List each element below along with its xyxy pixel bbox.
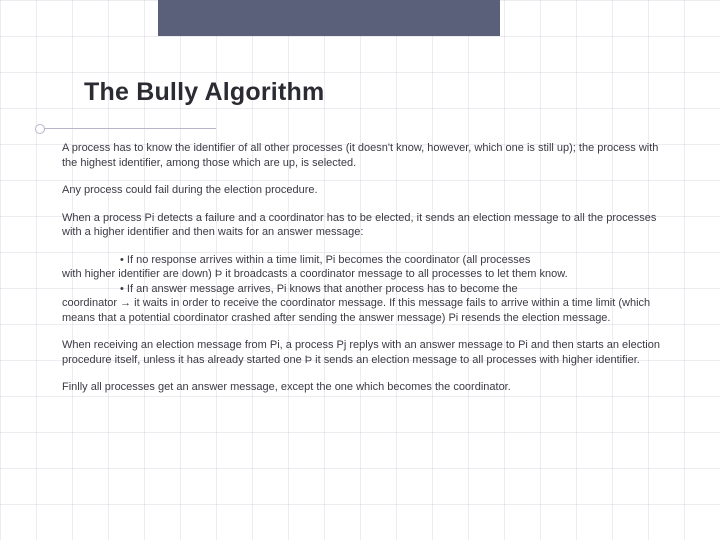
bullet-1-line-a: • If no response arrives within a time l… bbox=[62, 253, 664, 268]
title-underline bbox=[40, 128, 216, 129]
paragraph-5: Finlly all processes get an answer messa… bbox=[62, 380, 664, 395]
slide-content: The Bully Algorithm A process has to kno… bbox=[0, 0, 720, 540]
bullet-group: • If no response arrives within a time l… bbox=[62, 253, 664, 326]
slide-body: A process has to know the identifier of … bbox=[62, 141, 664, 395]
bullet-1: • If no response arrives within a time l… bbox=[62, 253, 664, 282]
paragraph-3: When a process Pi detects a failure and … bbox=[62, 211, 664, 240]
paragraph-1: A process has to know the identifier of … bbox=[62, 141, 664, 170]
bullet-2-line-b: coordinator → it waits in order to recei… bbox=[62, 296, 664, 325]
slide-title: The Bully Algorithm bbox=[62, 78, 664, 107]
title-block: The Bully Algorithm bbox=[62, 78, 664, 107]
title-bullet-icon bbox=[35, 124, 45, 134]
bullet-2: • If an answer message arrives, Pi knows… bbox=[62, 282, 664, 326]
bullet-2-line-a: • If an answer message arrives, Pi knows… bbox=[62, 282, 664, 297]
paragraph-4: When receiving an election message from … bbox=[62, 338, 664, 367]
paragraph-2: Any process could fail during the electi… bbox=[62, 183, 664, 198]
bullet-1-line-b: with higher identifier are down) Þ it br… bbox=[62, 267, 664, 282]
